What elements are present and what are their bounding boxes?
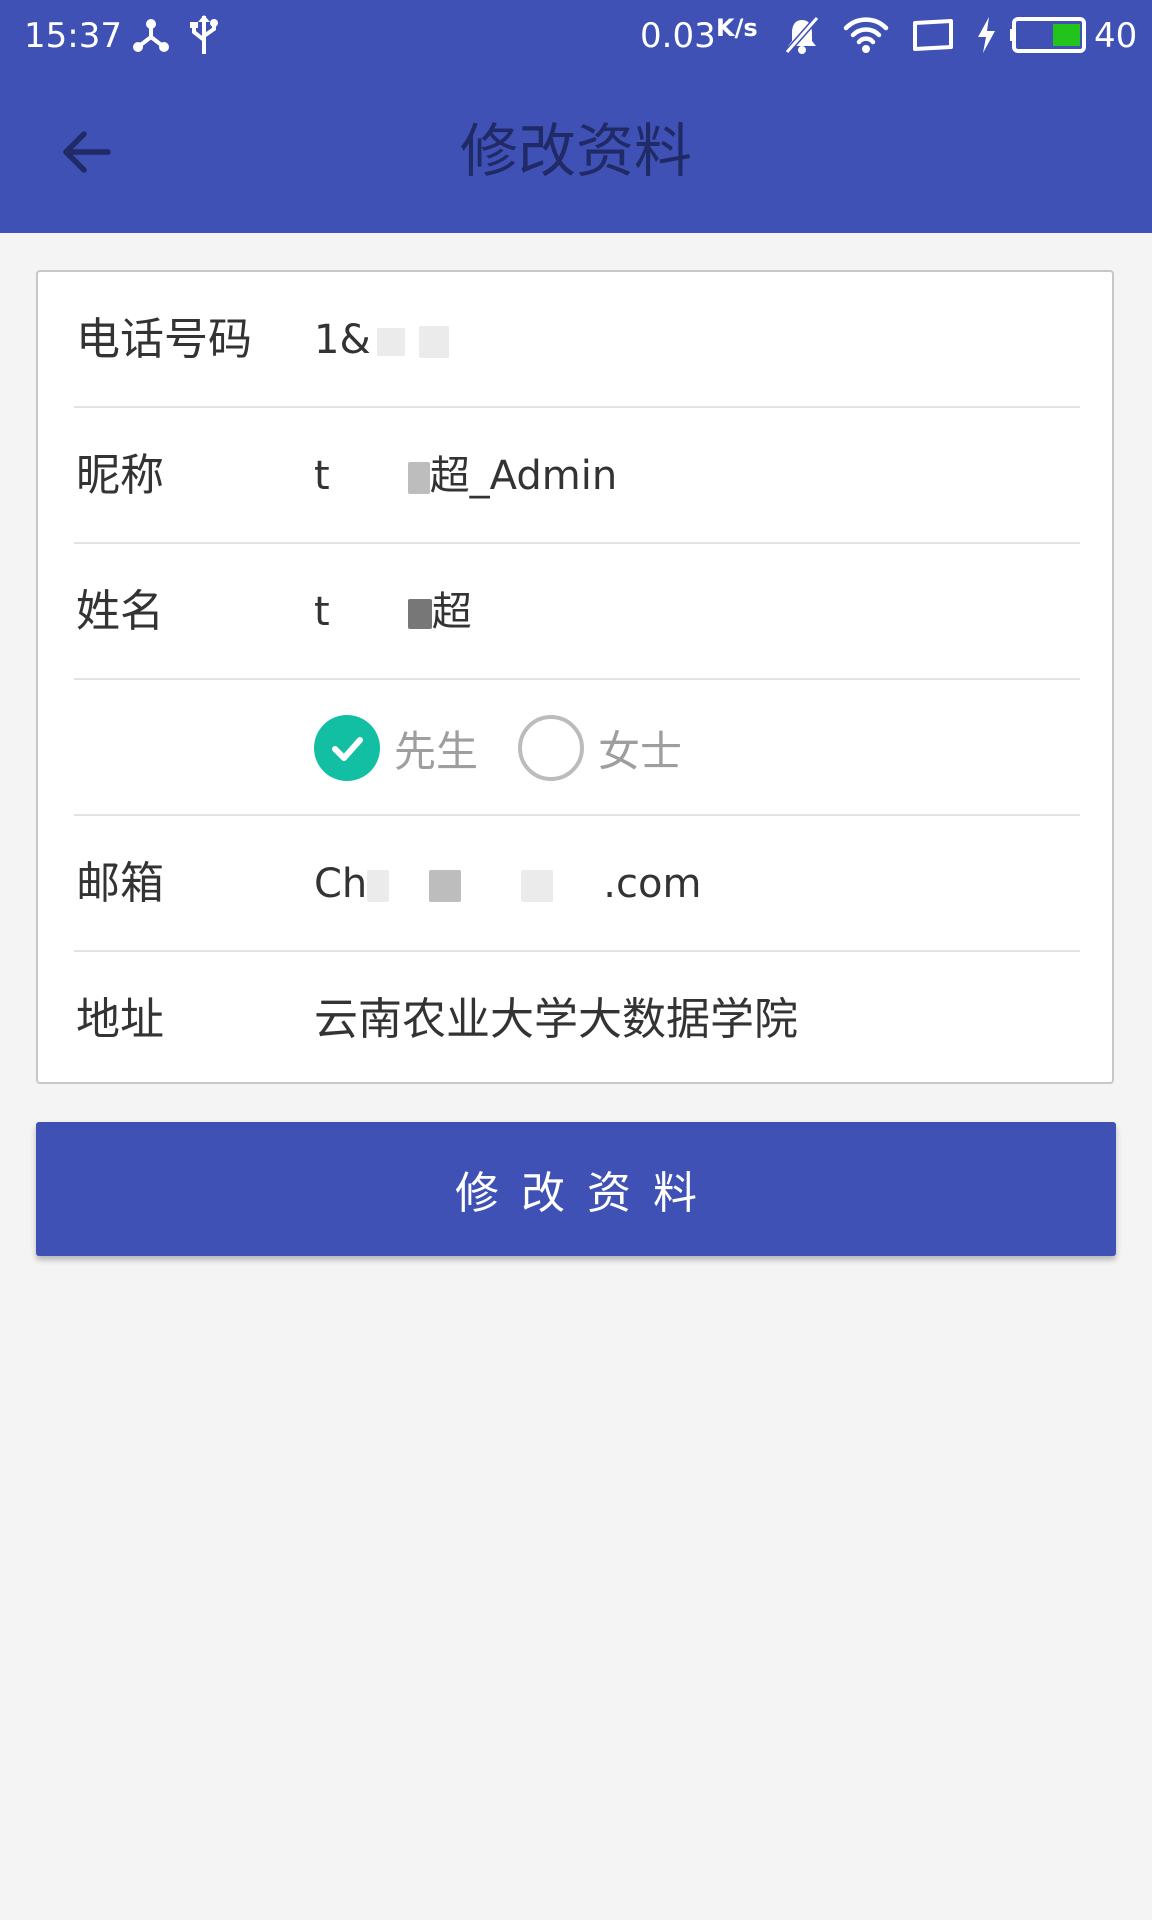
save-profile-button-label: 修改资料 [455, 1168, 719, 1219]
redacted-gap [330, 473, 408, 483]
battery-level: 40 [1094, 16, 1138, 56]
nickname-value-suffix: 超_Admin [429, 453, 618, 499]
nickname-label: 昵称 [76, 450, 164, 501]
address-row: 地址 云南农业大学大数据学院 [38, 952, 1112, 1088]
redacted-mark [407, 462, 430, 494]
nickname-field[interactable]: t 超_Admin [314, 408, 617, 544]
screen-rotate-icon [910, 12, 956, 58]
email-label: 邮箱 [76, 858, 164, 909]
gender-option-ms[interactable]: 女士 [518, 680, 682, 816]
nickname-value-prefix: t [314, 453, 330, 499]
redacted-gap [330, 609, 408, 619]
name-field[interactable]: t超 [314, 544, 472, 680]
name-value-suffix: 超 [431, 589, 472, 635]
charging-icon [972, 12, 1000, 58]
phone-field[interactable]: 1& [314, 272, 449, 408]
redacted-mark [407, 599, 432, 629]
radio-checked-icon [314, 715, 380, 781]
email-value-suffix: .com [603, 861, 702, 907]
phone-value: 1& [314, 317, 371, 363]
address-field[interactable]: 云南农业大学大数据学院 [314, 952, 798, 1088]
gender-option-mr[interactable]: 先生 [314, 680, 478, 816]
redacted-mark [367, 870, 390, 902]
network-speed-unit: K/s [716, 14, 758, 42]
redacted-gap [389, 881, 429, 891]
email-field[interactable]: Ch .com [314, 816, 701, 952]
battery-icon [1010, 12, 1092, 58]
phone-label: 电话号码 [76, 314, 252, 365]
mute-bell-icon [780, 12, 824, 58]
gender-row: 先生 女士 [38, 680, 1112, 816]
phone-row: 电话号码 1& [38, 272, 1112, 408]
usb-share-icon [128, 12, 174, 58]
nickname-row: 昵称 t 超_Admin [38, 408, 1112, 544]
redacted-mark [429, 870, 462, 902]
redacted-mark [418, 326, 449, 358]
gender-option-label: 先生 [394, 726, 479, 776]
address-label: 地址 [76, 994, 164, 1045]
profile-form-card: 电话号码 1& 昵称 t 超_Admin 姓名 t超 先生 女士 邮箱 Ch .… [36, 270, 1114, 1084]
status-bar: 15:37 0.03 K/s 40 [0, 0, 1152, 72]
name-label: 姓名 [76, 586, 164, 637]
gender-option-label: 女士 [598, 726, 683, 776]
redacted-gap [461, 881, 521, 891]
wifi-icon [842, 12, 890, 58]
app-bar: 修改资料 [0, 72, 1152, 233]
network-speed: 0.03 [640, 16, 716, 56]
page-title: 修改资料 [459, 117, 692, 185]
redacted-mark [521, 870, 554, 902]
redacted-mark [376, 328, 405, 356]
email-value-prefix: Ch [314, 861, 368, 907]
email-row: 邮箱 Ch .com [38, 816, 1112, 952]
save-profile-button[interactable]: 修改资料 [36, 1122, 1116, 1256]
redacted-gap [553, 881, 603, 891]
name-value-prefix: t [314, 589, 330, 635]
name-row: 姓名 t超 [38, 544, 1112, 680]
top-bar: 15:37 0.03 K/s 40 修改资料 [0, 0, 1152, 233]
radio-unchecked-icon [518, 715, 584, 781]
usb-icon [186, 12, 222, 58]
status-time: 15:37 [24, 16, 122, 56]
